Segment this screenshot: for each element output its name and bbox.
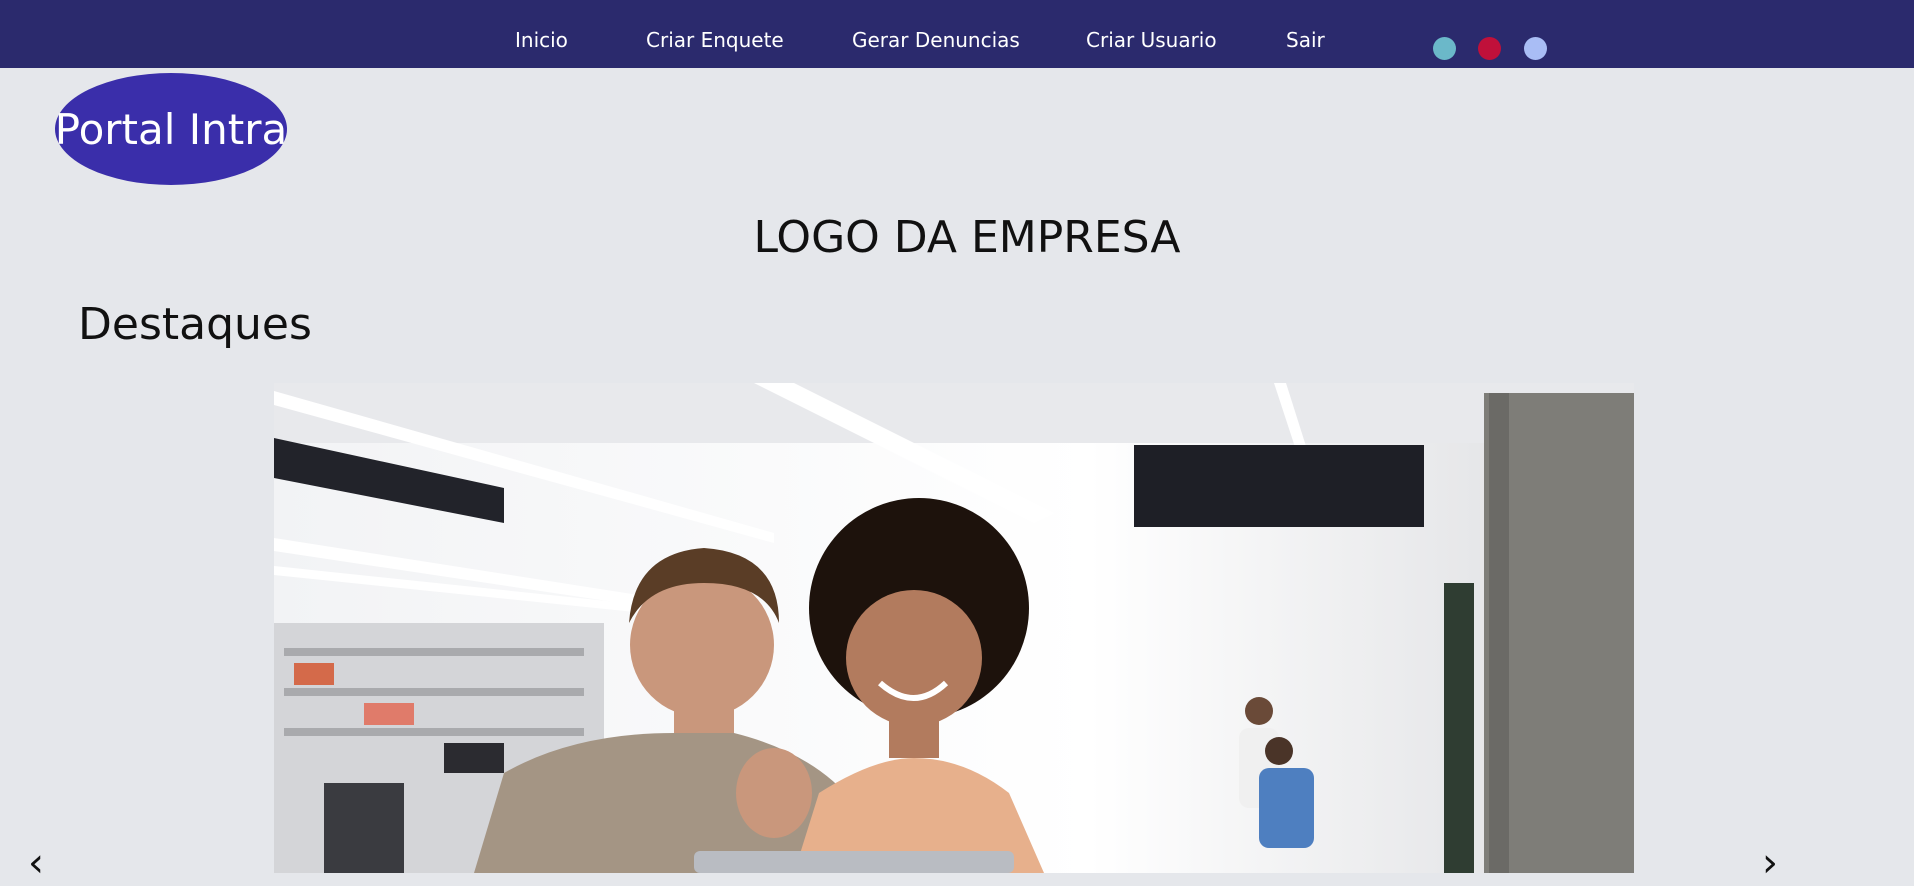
- company-logo-text: LOGO DA EMPRESA: [753, 212, 1181, 263]
- nav-criar-enquete[interactable]: Criar Enquete: [646, 28, 784, 52]
- theme-dot-red[interactable]: [1478, 37, 1501, 60]
- nav-gerar-denuncias[interactable]: Gerar Denuncias: [852, 28, 1020, 52]
- portal-logo[interactable]: Portal Intra: [55, 73, 287, 185]
- theme-dot-teal[interactable]: [1433, 37, 1456, 60]
- nav-inicio[interactable]: Inicio: [515, 28, 568, 52]
- theme-dot-lavender[interactable]: [1524, 37, 1547, 60]
- carousel-prev-arrow[interactable]: ‹: [28, 843, 44, 883]
- office-photo-illustration: [274, 383, 1634, 873]
- nav-criar-usuario[interactable]: Criar Usuario: [1086, 28, 1217, 52]
- nav-sair[interactable]: Sair: [1286, 28, 1325, 52]
- portal-logo-text: Portal Intra: [54, 104, 288, 154]
- highlights-title: Destaques: [78, 299, 312, 350]
- carousel-next-arrow[interactable]: ›: [1762, 843, 1778, 883]
- highlight-carousel-image: [274, 383, 1634, 873]
- top-navbar: Inicio Criar Enquete Gerar Denuncias Cri…: [0, 0, 1914, 68]
